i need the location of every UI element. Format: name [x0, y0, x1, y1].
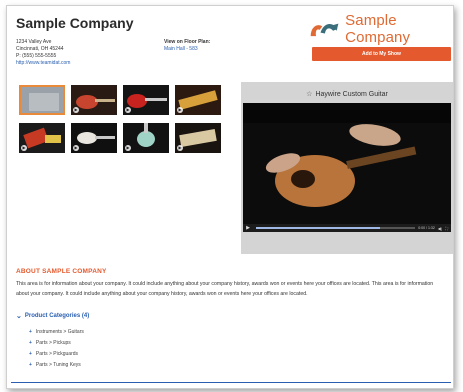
company-address: 1234 Valley Ave Cincinnati, OH 45244 P: … — [16, 39, 70, 67]
company-logo: Sample Company — [308, 12, 453, 46]
play-icon: ▶ — [73, 145, 79, 151]
category-item[interactable]: + Parts > Tuning Keys — [29, 359, 84, 370]
phone-number: P: (555) 555-5555 — [16, 53, 57, 59]
address-line-1: 1234 Valley Ave — [16, 39, 52, 45]
play-icon: ▶ — [177, 107, 183, 113]
thumbnail-image — [21, 87, 63, 113]
product-categories-heading: Product Categories (4) — [24, 313, 90, 319]
thumbnail-3[interactable]: ▶ — [123, 85, 169, 115]
category-item[interactable]: + Parts > Pickguards — [29, 348, 84, 359]
address-line-2: Cincinnati, OH 45244 — [16, 46, 64, 52]
logo-text: Sample Company — [345, 12, 411, 46]
floor-plan-label: View on Floor Plan: — [164, 39, 211, 45]
website-link[interactable]: http://www.teamidat.com — [16, 60, 70, 67]
about-heading: ABOUT SAMPLE COMPANY — [16, 268, 107, 275]
product-categories-list: + Instruments > Guitars + Parts > Pickups … — [29, 326, 84, 370]
company-name: Sample Company — [16, 15, 134, 31]
play-icon: ▶ — [73, 107, 79, 113]
thumbnail-7[interactable]: ▶ — [123, 123, 169, 153]
play-icon: ▶ — [177, 145, 183, 151]
plus-icon: + — [29, 350, 32, 357]
play-icon: ▶ — [125, 107, 131, 113]
video-title: Haywire Custom Guitar — [315, 91, 388, 98]
thumbnail-1[interactable] — [19, 85, 65, 115]
video-panel: ☆ Haywire Custom Guitar ▶ 0:00 / 1:32 ◀) … — [241, 82, 453, 254]
logo-mark-icon — [310, 23, 339, 37]
video-time: 0:00 / 1:32 — [418, 226, 435, 230]
thumbnail-5[interactable]: ▶ — [19, 123, 65, 153]
play-icon: ▶ — [125, 145, 131, 151]
about-text: This area is for information about your … — [16, 281, 434, 297]
plus-icon: + — [29, 328, 32, 335]
category-item[interactable]: + Parts > Pickups — [29, 337, 84, 348]
floor-plan-info: View on Floor Plan: Main Hall - 583 — [164, 39, 210, 53]
star-icon[interactable]: ☆ — [306, 91, 312, 98]
thumbnail-2[interactable]: ▶ — [71, 85, 117, 115]
video-controls: ▶ 0:00 / 1:32 ◀) ⛶ — [243, 224, 451, 232]
category-item[interactable]: + Instruments > Guitars — [29, 326, 84, 337]
plus-icon: + — [29, 361, 32, 368]
floor-plan-link[interactable]: Main Hall - 583 — [164, 46, 210, 53]
add-to-my-show-button[interactable]: Add to My Show — [312, 47, 451, 61]
thumbnail-4[interactable]: ▶ — [175, 85, 221, 115]
video-title-bar: ☆ Haywire Custom Guitar — [241, 90, 453, 98]
chevron-down-icon: ⌄ — [16, 313, 22, 320]
play-icon[interactable]: ▶ — [243, 225, 253, 231]
volume-icon[interactable]: ◀) — [438, 226, 442, 231]
plus-icon: + — [29, 339, 32, 346]
video-progress-bar[interactable] — [256, 227, 416, 229]
exhibitor-page: Sample Company 1234 Valley Ave Cincinnat… — [6, 5, 454, 389]
video-frame — [243, 103, 451, 224]
product-categories-toggle[interactable]: ⌄ Product Categories (4) — [16, 312, 89, 320]
play-icon: ▶ — [21, 145, 27, 151]
video-player[interactable] — [243, 103, 451, 224]
media-thumbnails: ▶ ▶ ▶ ▶ ▶ ▶ ▶ — [19, 85, 224, 155]
divider — [11, 382, 451, 383]
thumbnail-6[interactable]: ▶ — [71, 123, 117, 153]
thumbnail-8[interactable]: ▶ — [175, 123, 221, 153]
fullscreen-icon[interactable]: ⛶ — [445, 226, 448, 231]
